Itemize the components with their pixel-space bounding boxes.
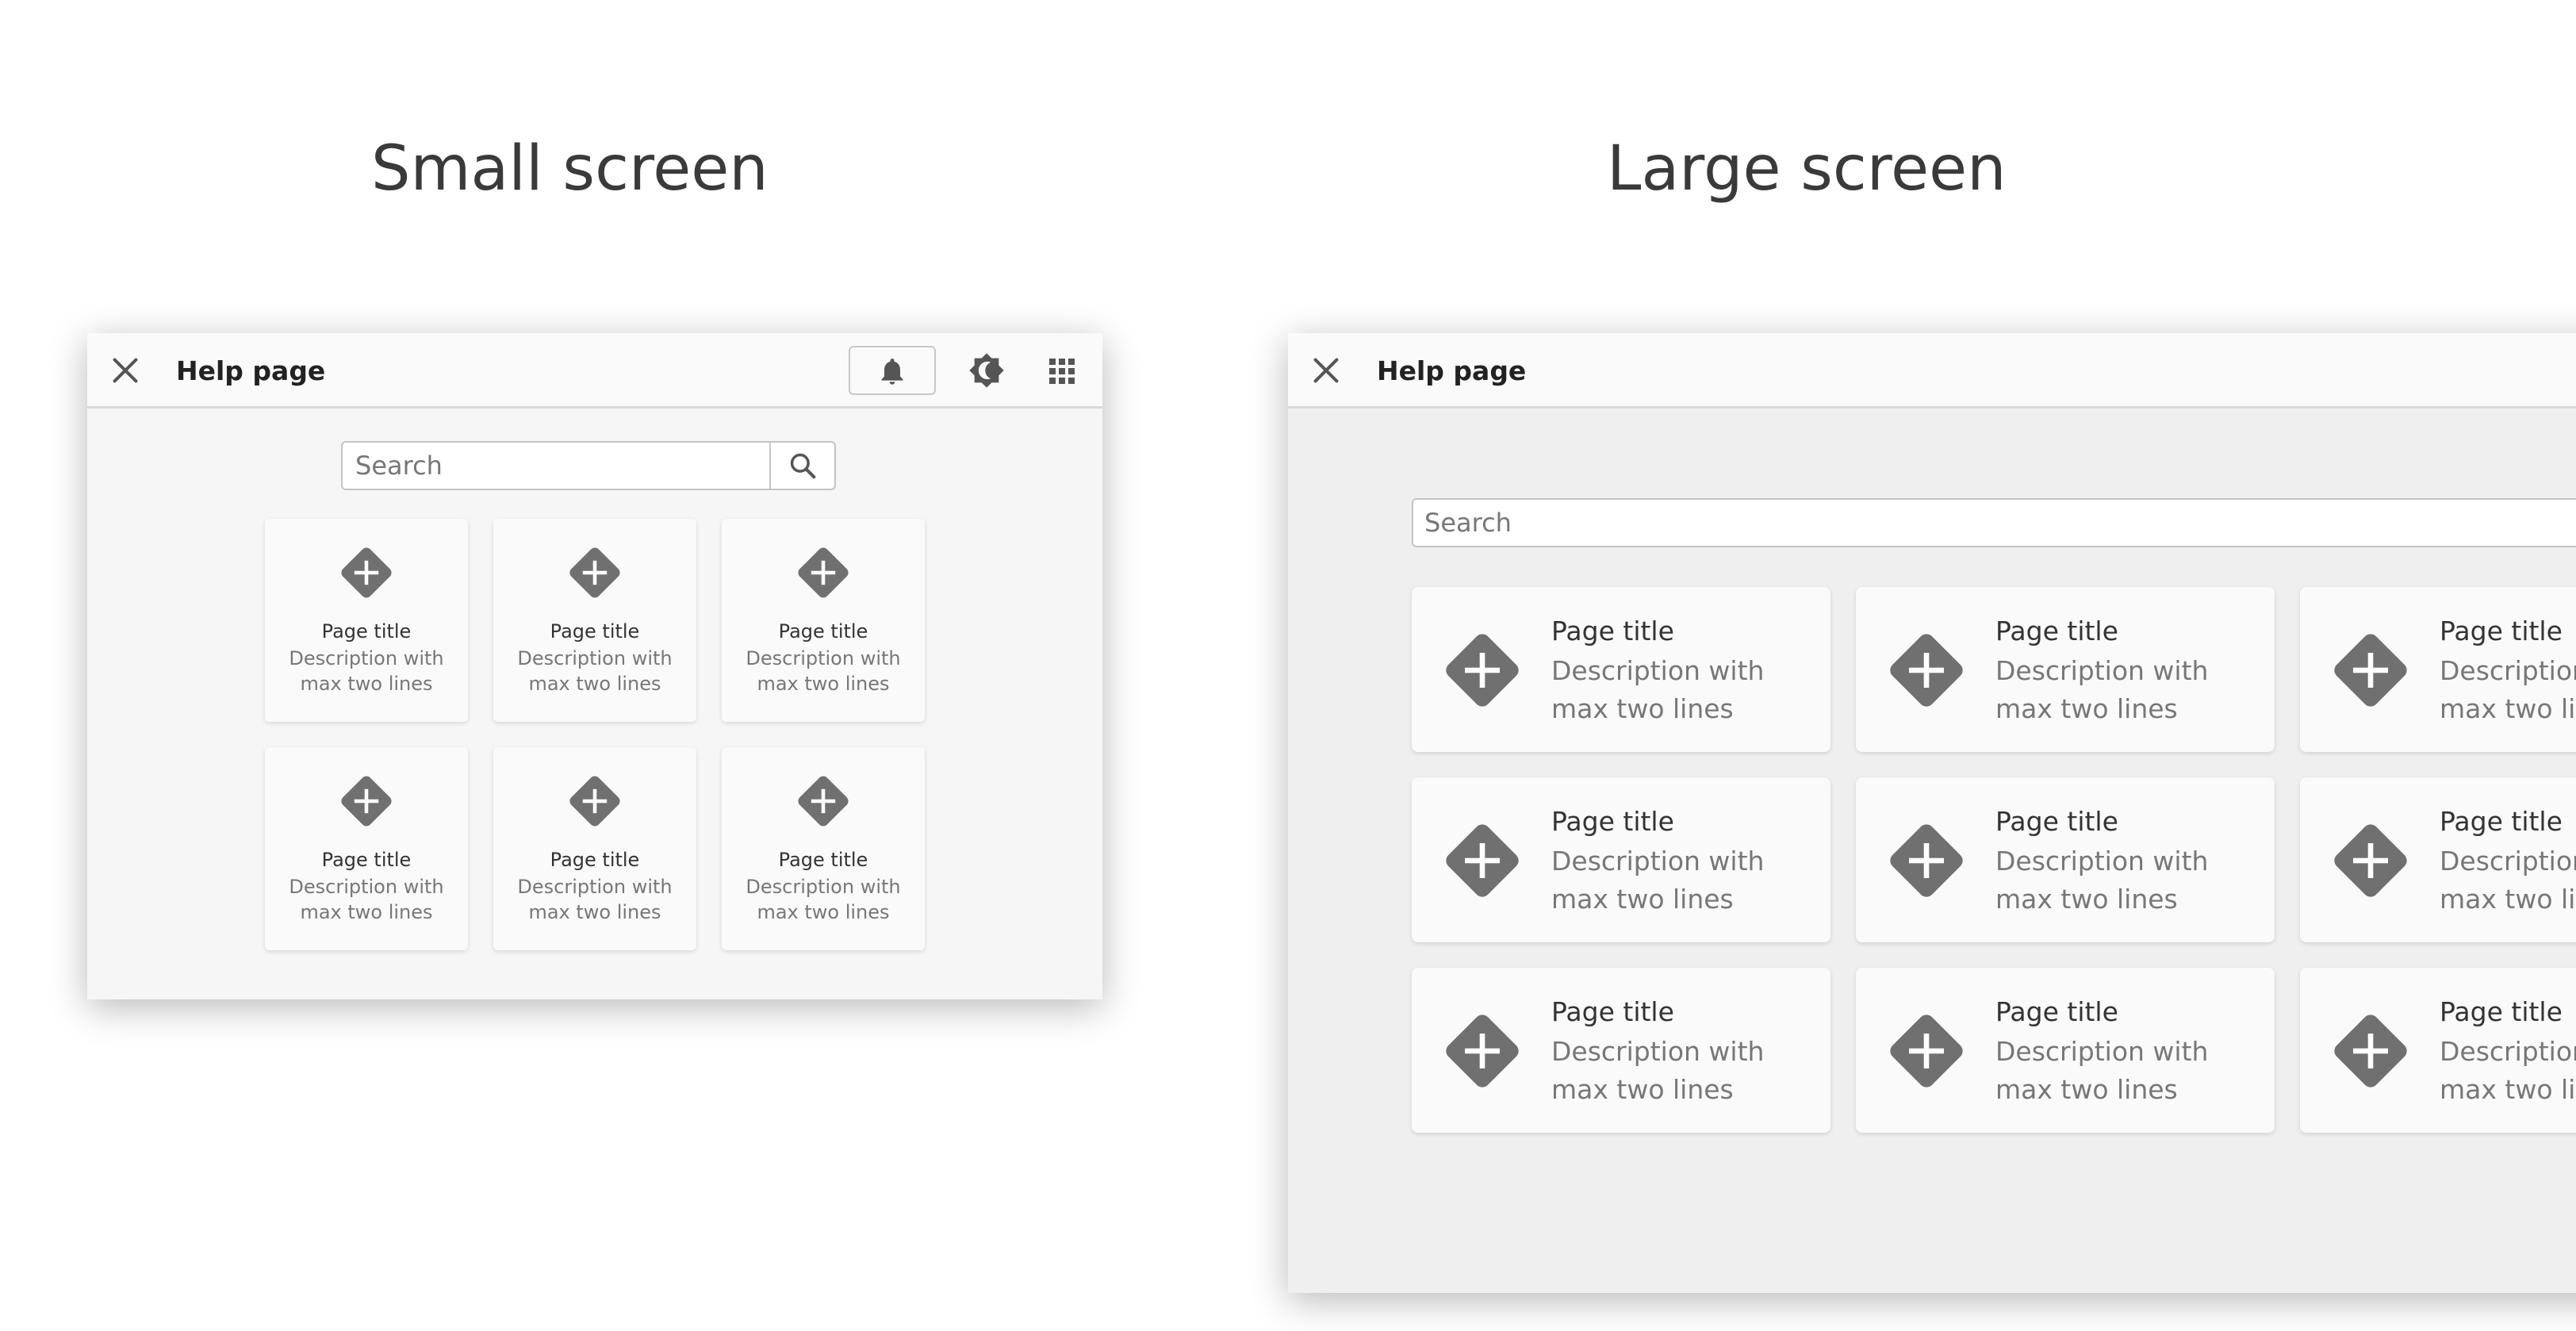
diamond-plus-icon	[1446, 1015, 1519, 1087]
diamond-plus-icon	[1890, 824, 1963, 897]
card-description: Description with max two lines	[1995, 655, 2209, 724]
card-description: Description with max two lines	[2440, 1036, 2576, 1105]
stage: Small screen Large screen Help page Sear…	[0, 0, 2576, 1331]
card-title: Page title	[1551, 996, 1674, 1027]
card-description: Description with max two lines	[517, 647, 673, 695]
card-title: Page title	[2440, 996, 2563, 1027]
notifications-button[interactable]	[849, 346, 936, 395]
grid-apps-icon	[1049, 359, 1075, 384]
help-card[interactable]: Page title Description with max two line…	[493, 519, 696, 722]
diamond-plus-icon	[798, 776, 849, 827]
diamond-plus-icon	[798, 547, 849, 598]
diamond-plus-icon	[341, 547, 392, 598]
help-card[interactable]: Page title Description with max two line…	[1412, 587, 1830, 752]
card-description: Description with max two lines	[1551, 846, 1765, 915]
card-title: Page title	[1995, 616, 2118, 646]
diamond-plus-icon	[2334, 634, 2407, 707]
search-button[interactable]	[769, 443, 834, 489]
search-bar	[1412, 498, 2576, 547]
card-description: Description with max two lines	[746, 876, 901, 923]
help-card[interactable]: Page title Description with max two line…	[2300, 777, 2576, 942]
large-screen-window: Help page Page title Description with ma…	[1288, 333, 2576, 1293]
help-card[interactable]: Page title Description with max two line…	[1412, 777, 1830, 942]
help-card[interactable]: Page title Description with max two line…	[265, 519, 468, 722]
card-title: Page title	[2440, 806, 2563, 837]
card-title: Page title	[1995, 806, 2118, 837]
card-description: Description with max two lines	[1551, 655, 1765, 724]
diamond-plus-icon	[2334, 824, 2407, 897]
diamond-plus-icon	[569, 547, 620, 598]
help-card[interactable]: Page title Description with max two line…	[1856, 587, 2275, 752]
card-title: Page title	[778, 620, 868, 642]
diamond-plus-icon	[1890, 1015, 1963, 1087]
diamond-plus-icon	[1446, 634, 1519, 707]
card-title: Page title	[550, 620, 640, 642]
close-icon[interactable]	[112, 357, 139, 384]
close-icon[interactable]	[1313, 357, 1340, 384]
card-description: Description with max two lines	[2440, 655, 2576, 724]
diamond-plus-icon	[2334, 1015, 2407, 1087]
help-card[interactable]: Page title Description with max two line…	[1856, 777, 2275, 942]
help-card[interactable]: Page title Description with max two line…	[493, 747, 696, 950]
search-icon	[790, 453, 816, 479]
diamond-plus-icon	[1890, 634, 1963, 707]
help-card[interactable]: Page title Description with max two line…	[722, 747, 925, 950]
card-title: Page title	[321, 620, 412, 642]
card-title: Page title	[778, 849, 868, 871]
bell-icon	[881, 359, 903, 385]
large-screen-heading: Large screen	[1607, 133, 2007, 205]
help-card[interactable]: Page title Description with max two line…	[722, 519, 925, 722]
search-input[interactable]	[1413, 500, 2576, 546]
card-title: Page title	[550, 849, 640, 871]
theme-toggle-icon	[969, 353, 1004, 388]
card-description: Description with max two lines	[1995, 846, 2209, 915]
search-input[interactable]	[343, 443, 769, 489]
page-title: Help page	[1377, 355, 1527, 386]
help-card[interactable]: Page title Description with max two line…	[1856, 968, 2275, 1133]
card-title: Page title	[321, 849, 412, 871]
card-description: Description with max two lines	[289, 647, 444, 695]
diamond-plus-icon	[1446, 824, 1519, 897]
help-card[interactable]: Page title Description with max two line…	[1412, 968, 1830, 1133]
help-card[interactable]: Page title Description with max two line…	[265, 747, 468, 950]
small-screen-window: Help page Search Page title Description …	[87, 333, 1102, 999]
card-title: Page title	[1995, 996, 2118, 1027]
diamond-plus-icon	[341, 776, 392, 827]
card-title: Page title	[2440, 616, 2563, 646]
page-title: Help page	[176, 355, 326, 386]
card-description: Description with max two lines	[1551, 1036, 1765, 1105]
apps-button[interactable]	[1048, 357, 1076, 389]
card-description: Description with max two lines	[2440, 846, 2576, 915]
search-bar	[341, 441, 836, 490]
small-screen-heading: Small screen	[371, 133, 769, 205]
top-bar: Help page	[1288, 333, 2576, 409]
card-description: Description with max two lines	[746, 647, 901, 695]
card-title: Page title	[1551, 616, 1674, 646]
card-title: Page title	[1551, 806, 1674, 837]
help-card[interactable]: Page title Description with max two line…	[2300, 968, 2576, 1133]
help-card[interactable]: Page title Description with max two line…	[2300, 587, 2576, 752]
theme-toggle-button[interactable]	[968, 352, 1005, 393]
diamond-plus-icon	[569, 776, 620, 827]
card-description: Description with max two lines	[1995, 1036, 2209, 1105]
card-description: Description with max two lines	[517, 876, 673, 923]
card-description: Description with max two lines	[289, 876, 444, 923]
top-bar: Help page	[87, 333, 1102, 409]
